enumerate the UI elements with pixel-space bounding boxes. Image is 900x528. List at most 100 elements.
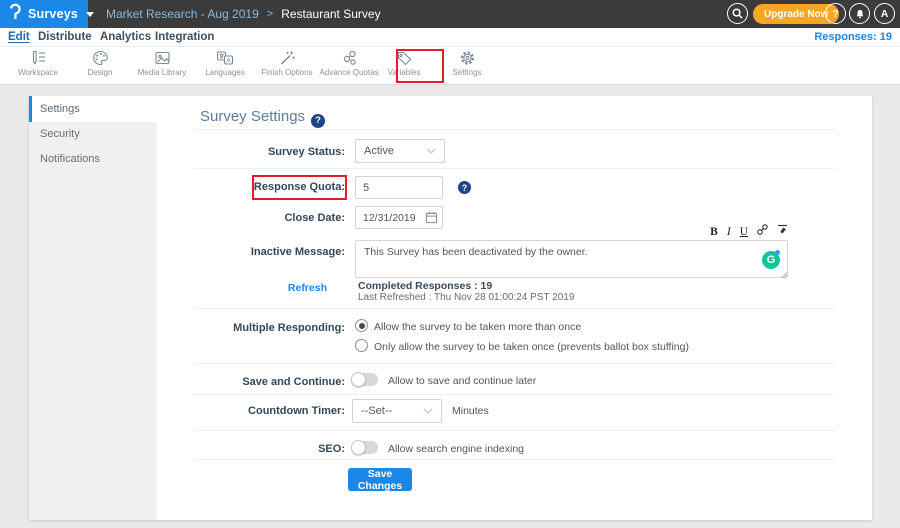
variables-tag-icon — [396, 50, 413, 66]
radio-once-only[interactable] — [355, 339, 368, 352]
countdown-timer-value: --Set-- — [361, 405, 392, 417]
survey-status-label: Survey Status: — [129, 146, 345, 158]
toolbar-item-workspace[interactable]: Workspace — [6, 50, 70, 83]
divider — [193, 308, 836, 309]
save-and-continue-toggle[interactable] — [352, 373, 378, 386]
settings-gear-icon — [459, 50, 476, 66]
toolbar-item-label: Design — [88, 68, 113, 77]
settings-card: Settings Security Notifications Survey S… — [29, 96, 872, 520]
workspace-icon — [30, 50, 47, 66]
toolbar-item-label: Workspace — [18, 68, 58, 77]
seo-description: Allow search engine indexing — [388, 443, 524, 455]
grammarly-icon[interactable]: G — [762, 251, 780, 269]
advance-quotas-icon — [341, 50, 358, 66]
divider — [193, 363, 836, 364]
toggle-knob — [351, 372, 366, 387]
languages-icon: A — [216, 50, 234, 66]
calendar-icon[interactable] — [425, 211, 438, 229]
page-background: Settings Security Notifications Survey S… — [0, 85, 900, 528]
seo-label: SEO: — [129, 443, 345, 455]
responses-count-link[interactable]: Responses: 19 — [814, 28, 892, 47]
toolbar-item-settings[interactable]: Settings — [435, 50, 499, 83]
save-and-continue-description: Allow to save and continue later — [388, 375, 536, 387]
sidebar-item-settings[interactable]: Settings — [29, 96, 157, 122]
chevron-down-icon — [426, 145, 436, 157]
toolbar-item-label: Settings — [453, 68, 482, 77]
completed-responses-text: Completed Responses : 19 — [358, 280, 492, 292]
notifications-bell-icon[interactable] — [849, 3, 870, 24]
toggle-knob — [351, 440, 366, 455]
edit-toolbar: Workspace Design Media Library A Languag… — [0, 47, 900, 85]
save-changes-button[interactable]: Save Changes — [348, 468, 412, 491]
seo-toggle[interactable] — [352, 441, 378, 454]
toolbar-item-label: Variables — [388, 68, 421, 77]
divider — [193, 430, 836, 431]
media-library-icon — [154, 50, 171, 66]
divider — [193, 459, 836, 460]
radio-once-only-label: Only allow the survey to be taken once (… — [374, 341, 689, 353]
page-title: Survey Settings? — [200, 108, 325, 128]
close-date-label: Close Date: — [129, 212, 345, 224]
countdown-timer-label: Countdown Timer: — [129, 405, 345, 417]
questionpro-logo-icon — [8, 3, 22, 26]
divider — [193, 168, 836, 169]
inactive-message-label: Inactive Message: — [129, 246, 345, 258]
chevron-down-icon — [423, 405, 433, 417]
toolbar-item-label: Media Library — [138, 68, 186, 77]
multiple-responding-label: Multiple Responding: — [129, 322, 345, 334]
divider — [193, 129, 836, 130]
remove-format-icon[interactable] — [777, 224, 788, 238]
surveys-menu-label: Surveys — [28, 7, 78, 21]
design-palette-icon — [92, 50, 109, 66]
divider — [193, 394, 836, 395]
breadcrumb-separator: > — [267, 8, 273, 20]
toolbar-item-label: Finish Options — [261, 68, 312, 77]
chevron-down-icon — [86, 12, 94, 17]
settings-sidebar: Settings Security Notifications — [29, 96, 157, 520]
survey-tab-bar: Edit Distribute Analytics Integration Re… — [0, 28, 900, 47]
response-quota-label: Response Quota: — [129, 181, 345, 193]
breadcrumb-current: Restaurant Survey — [281, 7, 380, 21]
top-navbar: Surveys Market Research - Aug 2019 > Res… — [0, 0, 900, 28]
bold-icon[interactable]: B — [710, 226, 718, 238]
refresh-link[interactable]: Refresh — [129, 282, 327, 294]
help-icon[interactable]: ? — [825, 3, 846, 24]
countdown-timer-unit: Minutes — [452, 405, 489, 417]
search-icon[interactable] — [727, 3, 748, 24]
close-date-field — [355, 206, 443, 229]
survey-status-value: Active — [364, 145, 394, 157]
response-quota-help-icon[interactable]: ? — [458, 181, 471, 194]
sidebar-item-security[interactable]: Security — [29, 122, 157, 147]
breadcrumb: Market Research - Aug 2019 > Restaurant … — [106, 0, 381, 28]
countdown-timer-select[interactable]: --Set-- — [352, 399, 442, 423]
toolbar-item-media-library[interactable]: Media Library — [130, 50, 194, 83]
underline-icon[interactable]: U — [740, 226, 748, 238]
italic-icon[interactable]: I — [727, 226, 731, 238]
breadcrumb-parent[interactable]: Market Research - Aug 2019 — [106, 7, 259, 21]
tab-edit[interactable]: Edit — [8, 28, 30, 47]
finish-options-wand-icon — [279, 50, 296, 66]
title-help-icon[interactable]: ? — [311, 114, 325, 128]
toolbar-item-label: Advance Quotas — [319, 68, 378, 77]
inactive-message-textarea[interactable]: This Survey has been deactivated by the … — [355, 240, 788, 278]
radio-multiple-allowed[interactable] — [355, 319, 368, 332]
toolbar-item-languages[interactable]: A Languages — [193, 50, 257, 83]
toolbar-item-label: Languages — [205, 68, 245, 77]
last-refreshed-text: Last Refreshed : Thu Nov 28 01:00:24 PST… — [358, 292, 574, 303]
response-quota-input[interactable] — [355, 176, 443, 199]
textarea-resize-handle[interactable] — [780, 271, 787, 278]
radio-multiple-allowed-label: Allow the survey to be taken more than o… — [374, 321, 581, 333]
tab-analytics[interactable]: Analytics — [100, 28, 151, 47]
svg-text:A: A — [226, 57, 231, 64]
survey-status-select[interactable]: Active — [355, 139, 445, 163]
link-icon[interactable] — [757, 224, 768, 238]
tab-distribute[interactable]: Distribute — [38, 28, 92, 47]
toolbar-item-variables[interactable]: Variables — [372, 50, 436, 83]
tab-integration[interactable]: Integration — [155, 28, 214, 47]
avatar[interactable]: A — [874, 3, 895, 24]
text-format-toolbar: B I U — [710, 224, 788, 238]
surveys-menu[interactable]: Surveys — [0, 0, 88, 28]
toolbar-item-finish-options[interactable]: Finish Options — [255, 50, 319, 83]
save-and-continue-label: Save and Continue: — [129, 376, 345, 388]
toolbar-item-design[interactable]: Design — [68, 50, 132, 83]
